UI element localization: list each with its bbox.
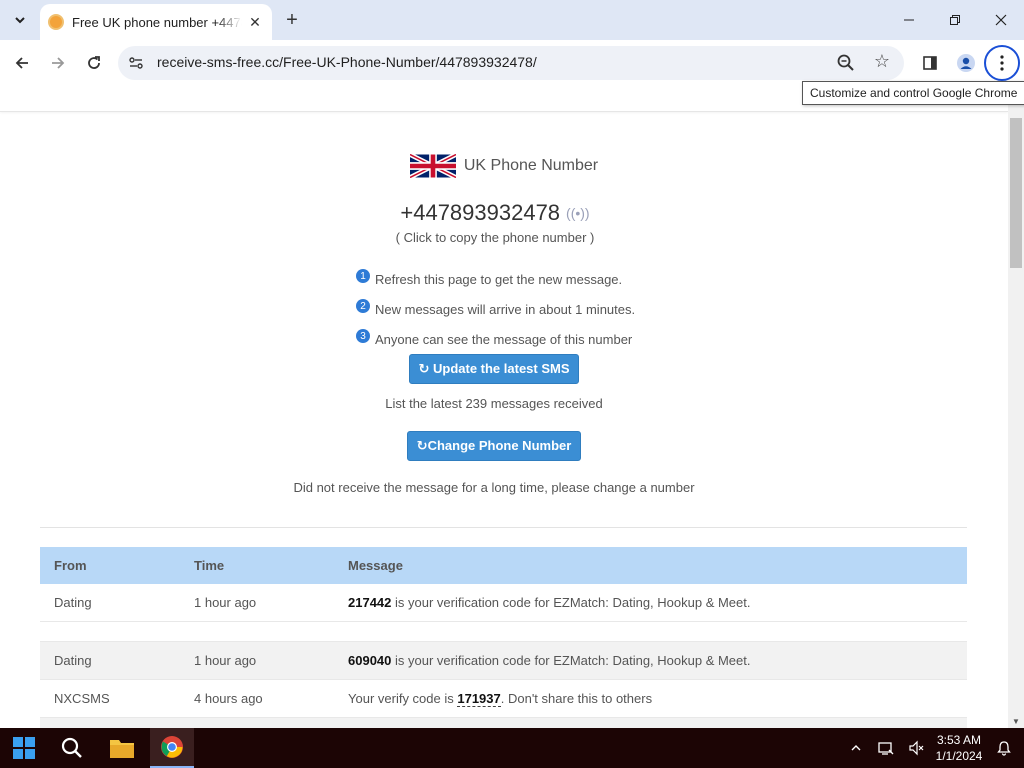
country-header: UK Phone Number (0, 154, 1008, 178)
messages-table: From Time Message Dating 1 hour ago 2174… (40, 547, 967, 728)
change-hint: Did not receive the message for a long t… (293, 480, 695, 495)
row-time: 1 hour ago (194, 653, 257, 668)
close-window-icon[interactable] (978, 0, 1024, 40)
table-row-partial (40, 718, 967, 728)
forward-icon[interactable] (44, 49, 72, 77)
tip-badge: 1 (356, 269, 370, 283)
message-text: . Don't share this to others (500, 691, 653, 706)
restore-icon[interactable] (932, 0, 978, 40)
address-bar[interactable]: receive-sms-free.cc/Free-UK-Phone-Number… (118, 46, 904, 80)
signal-icon: ((•)) (566, 205, 590, 221)
message-count: List the latest 239 messages received (385, 396, 603, 411)
message-prefix: Your verify code is (348, 691, 458, 706)
tip-text: Anyone can see the message of this numbe… (375, 331, 633, 347)
tab-search-button[interactable] (6, 6, 34, 34)
star-icon[interactable]: ☆ (874, 51, 890, 72)
tip-item: 1 Refresh this page to get the new messa… (356, 264, 635, 294)
back-icon[interactable] (8, 49, 36, 77)
clock-date: 1/1/2024 (935, 749, 983, 763)
title-bar: Free UK phone number +447893932478 ✕ + (0, 0, 1024, 40)
scroll-down-icon[interactable]: ▼ (1012, 717, 1020, 726)
minimize-icon[interactable] (886, 0, 932, 40)
close-icon[interactable]: ✕ (246, 13, 264, 31)
search-icon[interactable] (50, 728, 94, 768)
row-from: NXCSMS (54, 691, 110, 706)
phone-number[interactable]: +447893932478 (400, 200, 560, 226)
verification-code[interactable]: 609040 (348, 653, 391, 668)
row-from: Dating (54, 595, 92, 610)
url-text: receive-sms-free.cc/Free-UK-Phone-Number… (157, 54, 537, 70)
tip-text: Refresh this page to get the new message… (375, 271, 623, 287)
chrome-icon[interactable] (150, 728, 194, 768)
side-panel-icon[interactable] (916, 49, 944, 77)
row-time: 1 hour ago (194, 595, 257, 610)
tip-item: 3 Anyone can see the message of this num… (356, 324, 635, 354)
table-row: Dating 1 hour ago 217442 is your verific… (40, 584, 967, 622)
divider (40, 527, 967, 528)
header-message: Message (348, 558, 403, 573)
page-scrollbar[interactable]: ▼ (1008, 86, 1024, 728)
tip-badge: 3 (356, 329, 370, 343)
country-label: UK Phone Number (463, 157, 599, 174)
header-time: Time (194, 558, 225, 573)
clock[interactable]: 3:53 AM 1/1/2024 (930, 732, 988, 764)
verification-code[interactable]: 217442 (348, 595, 391, 610)
row-from: Dating (54, 653, 92, 668)
scrollbar-thumb[interactable] (1010, 118, 1022, 268)
tip-item: 2 New messages will arrive in about 1 mi… (356, 294, 635, 324)
table-row: Dating 1 hour ago 609040 is your verific… (40, 642, 967, 680)
tab-switch-icon (15, 17, 25, 24)
phone-row[interactable]: +447893932478 ((•)) (0, 200, 990, 226)
profile-icon[interactable] (952, 49, 980, 77)
uk-flag-icon (409, 154, 456, 178)
plus-icon[interactable]: + (280, 8, 304, 32)
taskbar: 3:53 AM 1/1/2024 (0, 728, 1024, 768)
update-sms-button[interactable]: ↻ Update the latest SMS (409, 354, 579, 384)
tips-list: 1 Refresh this page to get the new messa… (356, 264, 635, 354)
row-spacer (40, 622, 967, 642)
table-header: From Time Message (40, 547, 967, 584)
notification-bell-icon[interactable] (986, 728, 1022, 768)
site-info-icon[interactable] (128, 55, 144, 71)
tip-text: New messages will arrive in about 1 minu… (375, 301, 636, 317)
tab-title: Free UK phone number +447893932478 (72, 14, 242, 30)
row-message: 609040 is your verification code for EZM… (348, 653, 967, 668)
change-number-button[interactable]: ↻Change Phone Number (407, 431, 581, 461)
web-page: UK Phone Number +447893932478 ((•)) ( Cl… (0, 86, 1008, 728)
table-row: NXCSMS 4 hours ago Your verify code is 1… (40, 680, 967, 718)
verification-code[interactable]: 171937 (457, 691, 501, 707)
row-message: 217442 is your verification code for EZM… (348, 595, 967, 610)
row-time: 4 hours ago (194, 691, 263, 706)
zoom-icon[interactable] (836, 53, 856, 73)
browser-toolbar: receive-sms-free.cc/Free-UK-Phone-Number… (0, 40, 1024, 86)
favicon-icon (48, 14, 64, 30)
kebab-menu-icon[interactable] (984, 45, 1020, 81)
menu-tooltip: Customize and control Google Chrome (802, 81, 1024, 105)
message-text: is your verification code for EZMatch: D… (391, 595, 751, 610)
row-message: Your verify code is 171937. Don't share … (348, 691, 967, 707)
windows-start-icon[interactable] (2, 728, 46, 768)
message-text: is your verification code for EZMatch: D… (391, 653, 751, 668)
clock-time: 3:53 AM (936, 733, 982, 747)
header-from: From (54, 558, 87, 573)
file-explorer-icon[interactable] (100, 728, 144, 768)
copy-hint: ( Click to copy the phone number ) (395, 230, 595, 245)
reload-icon[interactable] (80, 49, 108, 77)
active-tab[interactable]: Free UK phone number +447893932478 ✕ (40, 4, 272, 40)
tip-badge: 2 (356, 299, 370, 313)
